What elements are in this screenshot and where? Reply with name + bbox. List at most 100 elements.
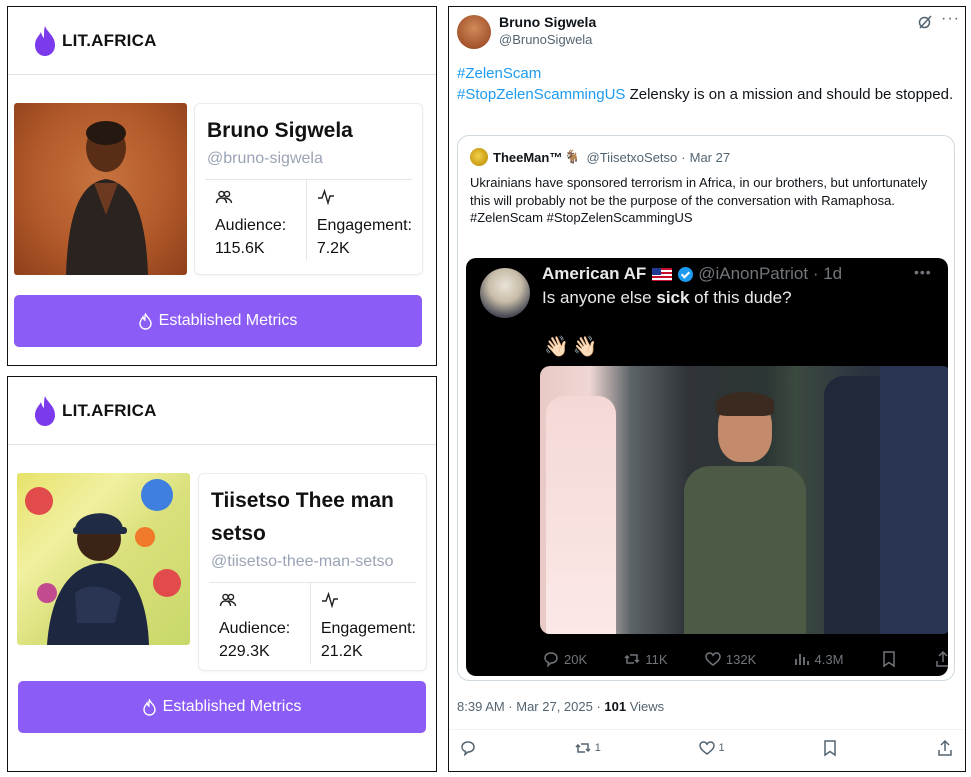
engagement-stat: Engagement: 21.2K — [309, 583, 416, 664]
photo-figure-left — [546, 396, 616, 634]
photo-figure-far-right — [880, 366, 948, 634]
views-count: 101 — [604, 699, 627, 714]
engagement-value: 7.2K — [316, 240, 350, 257]
hashtag-link[interactable]: #StopZelenScammingUS — [457, 86, 625, 103]
button-label: Established Metrics — [162, 698, 302, 715]
quote-author-name: TheeMan™ — [493, 149, 563, 165]
media-text-part: of this dude? — [689, 288, 792, 307]
flame-logo-icon — [35, 395, 55, 426]
brand-name: LIT.AFRICA — [62, 30, 157, 50]
audience-value: 115.6K — [215, 240, 265, 257]
users-icon — [215, 190, 233, 204]
tweet-body-text: Zelensky is on a mission and should be s… — [625, 86, 954, 103]
author-name[interactable]: Bruno Sigwela — [499, 14, 596, 30]
tweet-action-bar: 1 1 — [459, 739, 954, 757]
repost-icon — [624, 654, 640, 664]
lit-profile-card-bruno: LIT.AFRICA Bruno Sigwela @bruno-sigwela — [7, 6, 437, 366]
share-icon — [936, 650, 948, 667]
profile-handle[interactable]: @bruno-sigwela — [195, 147, 422, 171]
media-post-text: Is anyone else sick of this dude? — [542, 288, 792, 308]
verified-badge-icon — [678, 266, 694, 282]
repost-icon — [575, 743, 591, 753]
media-photo — [540, 366, 948, 634]
share-button[interactable] — [936, 739, 954, 757]
waving-hands-emoji: 👋🏻👋🏻 — [544, 336, 602, 358]
grok-icon[interactable] — [917, 14, 933, 30]
lit-header: LIT.AFRICA — [8, 377, 436, 445]
media-author-avatar — [480, 268, 530, 318]
repost-button[interactable]: 1 — [574, 739, 601, 757]
profile-name: Tiisetso Thee man setso — [211, 489, 394, 545]
lit-header: LIT.AFRICA — [8, 7, 436, 75]
quote-date: Mar 27 — [689, 149, 731, 165]
media-views-count: 4.3M — [814, 651, 844, 667]
bookmark-icon — [824, 740, 837, 757]
engagement-stat: Engagement: 7.2K — [305, 180, 412, 261]
heart-icon — [705, 652, 721, 666]
divider — [449, 729, 964, 730]
media-text-bold: sick — [656, 288, 690, 307]
button-label: Established Metrics — [158, 312, 298, 329]
profile-handle[interactable]: @tiisetso-thee-man-setso — [199, 550, 426, 574]
media-text-part: Is anyone else — [542, 288, 657, 307]
quoted-tweet[interactable]: TheeMan™ 🐐 @TiisetxoSetso · Mar 27 Ukrai… — [457, 135, 955, 681]
audience-label: Audience: — [219, 620, 291, 637]
photo-figure-center — [680, 392, 810, 634]
audience-value: 229.3K — [219, 643, 270, 660]
flame-logo-icon — [35, 25, 55, 56]
media-like-stat: 132K — [704, 650, 756, 668]
person-silhouette-image — [66, 121, 148, 275]
media-reply-stat: 20K — [542, 650, 587, 668]
tweet-text: #ZelenScam #StopZelenScammingUS Zelensky… — [457, 63, 957, 105]
quote-author-handle: @TiisetxoSetso — [586, 149, 678, 165]
quote-header: TheeMan™ 🐐 @TiisetxoSetso · Mar 27 — [470, 148, 730, 166]
quote-text: Ukrainians have sponsored terrorism in A… — [470, 175, 928, 225]
profile-stats: Audience: 229.3K Engagement: 21.2K — [209, 583, 416, 664]
established-metrics-button[interactable]: Established Metrics — [18, 681, 426, 733]
media-share — [934, 650, 948, 668]
profile-photo — [17, 473, 190, 645]
media-author-name: American AF — [542, 264, 647, 283]
media-repost-stat: 11K — [623, 650, 668, 668]
engagement-label: Engagement: — [316, 217, 412, 234]
more-options-icon: ••• — [914, 264, 932, 280]
tweet-timestamp[interactable]: 8:39 AM · Mar 27, 2025 · 101 Views — [457, 699, 664, 714]
lit-profile-card-tiisetso: LIT.AFRICA Tiisetso Thee man setso @tiis… — [7, 376, 437, 772]
author-handle[interactable]: @BrunoSigwela — [499, 32, 592, 47]
views-chart-icon — [794, 654, 809, 665]
heart-icon — [698, 741, 715, 755]
tweet-card: Bruno Sigwela @BrunoSigwela ··· #ZelenSc… — [448, 6, 966, 772]
brand-name: LIT.AFRICA — [62, 400, 157, 420]
users-icon — [219, 593, 237, 607]
reply-button[interactable] — [459, 739, 477, 757]
engagement-value: 21.2K — [320, 643, 363, 660]
bookmark-button[interactable] — [821, 739, 839, 757]
media-bookmark — [880, 650, 898, 668]
like-count: 1 — [718, 742, 725, 754]
goat-emoji-icon: 🐐 — [564, 149, 581, 164]
profile-stats: Audience: 115.6K Engagement: 7.2K — [205, 180, 412, 261]
more-options-icon[interactable]: ··· — [941, 10, 960, 28]
established-metrics-button[interactable]: Established Metrics — [14, 295, 422, 347]
profile-info-box: Bruno Sigwela @bruno-sigwela Audience: 1… — [194, 103, 423, 275]
profile-photo — [14, 103, 187, 275]
repost-count: 1 — [594, 742, 601, 754]
timestamp-text: 8:39 AM · Mar 27, 2025 · — [457, 699, 605, 714]
quote-author-avatar — [470, 148, 488, 166]
media-reposts-count: 11K — [645, 651, 668, 667]
like-button[interactable]: 1 — [698, 739, 725, 757]
activity-icon — [321, 591, 338, 609]
quote-dot: · — [681, 149, 686, 165]
quote-media-screenshot: American AF @iAnonPatriot · 1d ••• Is an… — [466, 258, 948, 676]
media-replies-count: 20K — [564, 651, 588, 667]
engagement-label: Engagement: — [320, 620, 416, 637]
media-action-bar: 20K 11K 132K 4.3M — [542, 650, 948, 668]
audience-stat: Audience: 229.3K — [209, 583, 310, 664]
views-label: Views — [626, 699, 665, 714]
fire-icon — [138, 312, 152, 330]
person-with-cap-image — [25, 479, 181, 645]
media-author-handle: @iAnonPatriot · 1d — [698, 264, 843, 283]
hashtag-link[interactable]: #ZelenScam — [457, 63, 957, 84]
author-avatar[interactable] — [457, 15, 491, 49]
media-author-row: American AF @iAnonPatriot · 1d — [542, 264, 842, 284]
